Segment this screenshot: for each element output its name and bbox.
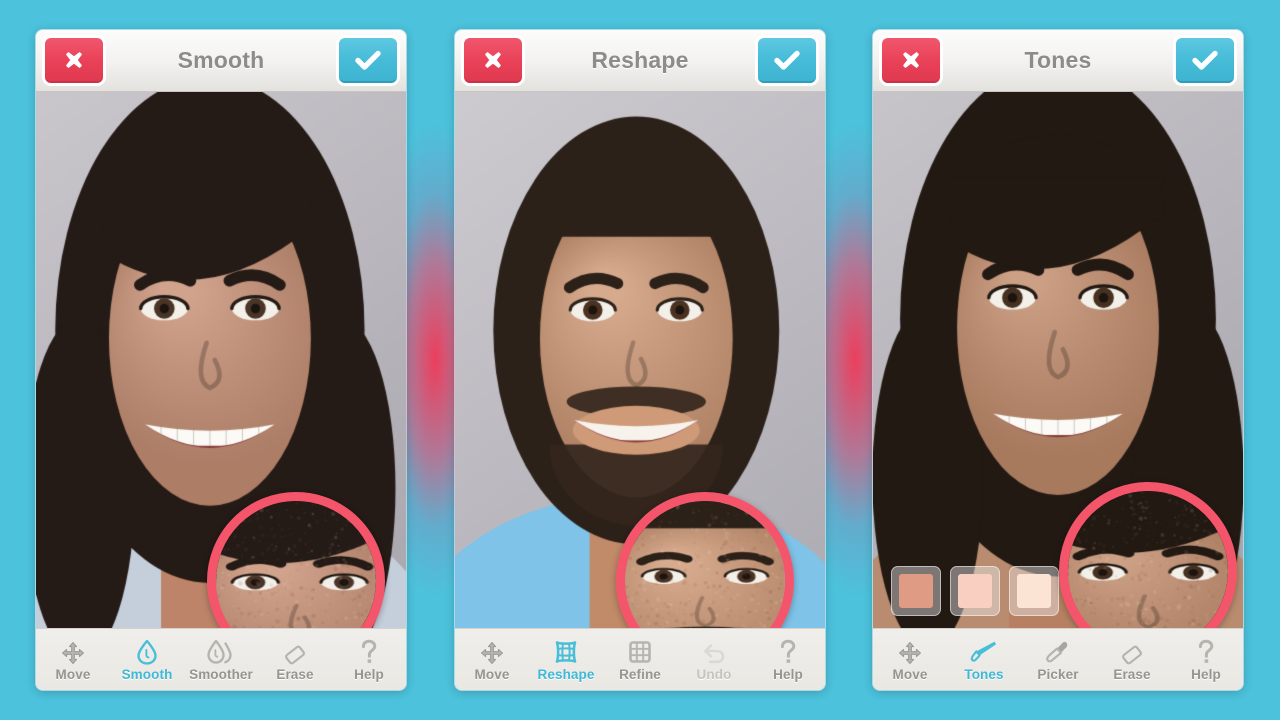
tool-label: Erase xyxy=(1113,667,1150,682)
tool-label: Move xyxy=(893,667,928,682)
eyedropper-icon xyxy=(1044,638,1072,665)
panel-smooth: Smooth Move Smooth Smoother Erase Help xyxy=(36,30,406,690)
tool-label: Help xyxy=(354,667,384,682)
tool-label: Refine xyxy=(619,667,661,682)
toolbar-tones: Move Tones Picker Erase Help xyxy=(873,628,1243,690)
toolbar-smooth: Move Smooth Smoother Erase Help xyxy=(36,628,406,690)
tool-move[interactable]: Move xyxy=(36,629,110,690)
tool-label: Move xyxy=(56,667,91,682)
square-grid-icon xyxy=(627,638,653,665)
panel-tones: Tones Move Tones Picker Erase Help xyxy=(873,30,1243,690)
tool-label: Undo xyxy=(697,667,732,682)
confirm-button[interactable] xyxy=(758,38,816,83)
close-x-icon xyxy=(482,49,504,71)
tone-swatch-color xyxy=(958,574,992,608)
page-title: Reshape xyxy=(591,47,688,74)
titlebar-tones: Tones xyxy=(873,30,1243,92)
tone-swatch-1[interactable] xyxy=(891,566,941,616)
titlebar-smooth: Smooth xyxy=(36,30,406,92)
tool-label: Move xyxy=(475,667,510,682)
water-droplet-icon xyxy=(135,638,159,665)
tool-tones[interactable]: Tones xyxy=(947,629,1021,690)
tool-help[interactable]: Help xyxy=(332,629,406,690)
close-x-icon xyxy=(63,49,85,71)
question-mark-icon xyxy=(1196,638,1216,665)
checkmark-icon xyxy=(355,49,381,71)
photo-canvas-reshape[interactable] xyxy=(455,92,825,628)
question-mark-icon xyxy=(359,638,379,665)
photo-canvas-tones[interactable] xyxy=(873,92,1243,628)
tool-smooth[interactable]: Smooth xyxy=(110,629,184,690)
tool-smoother[interactable]: Smoother xyxy=(184,629,258,690)
warped-grid-icon xyxy=(553,638,579,665)
checkmark-icon xyxy=(1192,49,1218,71)
tool-picker[interactable]: Picker xyxy=(1021,629,1095,690)
tool-erase[interactable]: Erase xyxy=(1095,629,1169,690)
question-mark-icon xyxy=(778,638,798,665)
eraser-icon xyxy=(1120,638,1144,665)
tone-swatch-3[interactable] xyxy=(1009,566,1059,616)
tool-refine[interactable]: Refine xyxy=(603,629,677,690)
double-droplet-icon xyxy=(206,638,236,665)
eraser-icon xyxy=(283,638,307,665)
toolbar-reshape: Move Reshape Refine Undo Help xyxy=(455,628,825,690)
move-arrows-icon xyxy=(61,638,85,665)
tool-label: Smooth xyxy=(122,667,173,682)
cancel-button[interactable] xyxy=(45,38,103,83)
tool-erase[interactable]: Erase xyxy=(258,629,332,690)
tool-help[interactable]: Help xyxy=(1169,629,1243,690)
tone-swatch-palette xyxy=(891,566,1059,616)
move-arrows-icon xyxy=(480,638,504,665)
cancel-button[interactable] xyxy=(464,38,522,83)
undo-icon xyxy=(701,638,727,665)
tool-label: Picker xyxy=(1037,667,1078,682)
tool-label: Erase xyxy=(276,667,313,682)
tone-swatch-2[interactable] xyxy=(950,566,1000,616)
tool-label: Smoother xyxy=(189,667,253,682)
photo-canvas-smooth[interactable] xyxy=(36,92,406,628)
panel-reshape: Reshape Move Reshape Refine Undo Help xyxy=(455,30,825,690)
page-title: Tones xyxy=(1024,47,1091,74)
tool-move[interactable]: Move xyxy=(873,629,947,690)
move-arrows-icon xyxy=(898,638,922,665)
tool-label: Help xyxy=(773,667,803,682)
confirm-button[interactable] xyxy=(339,38,397,83)
brush-pen-icon xyxy=(970,638,998,665)
tool-label: Help xyxy=(1191,667,1221,682)
tone-swatch-color xyxy=(899,574,933,608)
page-title: Smooth xyxy=(178,47,265,74)
cancel-button[interactable] xyxy=(882,38,940,83)
checkmark-icon xyxy=(774,49,800,71)
titlebar-reshape: Reshape xyxy=(455,30,825,92)
confirm-button[interactable] xyxy=(1176,38,1234,83)
tone-swatch-color xyxy=(1017,574,1051,608)
app-stage: Smooth Move Smooth Smoother Erase Help R… xyxy=(0,0,1280,720)
tool-label: Reshape xyxy=(538,667,595,682)
tool-reshape[interactable]: Reshape xyxy=(529,629,603,690)
tool-undo: Undo xyxy=(677,629,751,690)
tool-label: Tones xyxy=(964,667,1003,682)
close-x-icon xyxy=(900,49,922,71)
tool-move[interactable]: Move xyxy=(455,629,529,690)
tool-help[interactable]: Help xyxy=(751,629,825,690)
